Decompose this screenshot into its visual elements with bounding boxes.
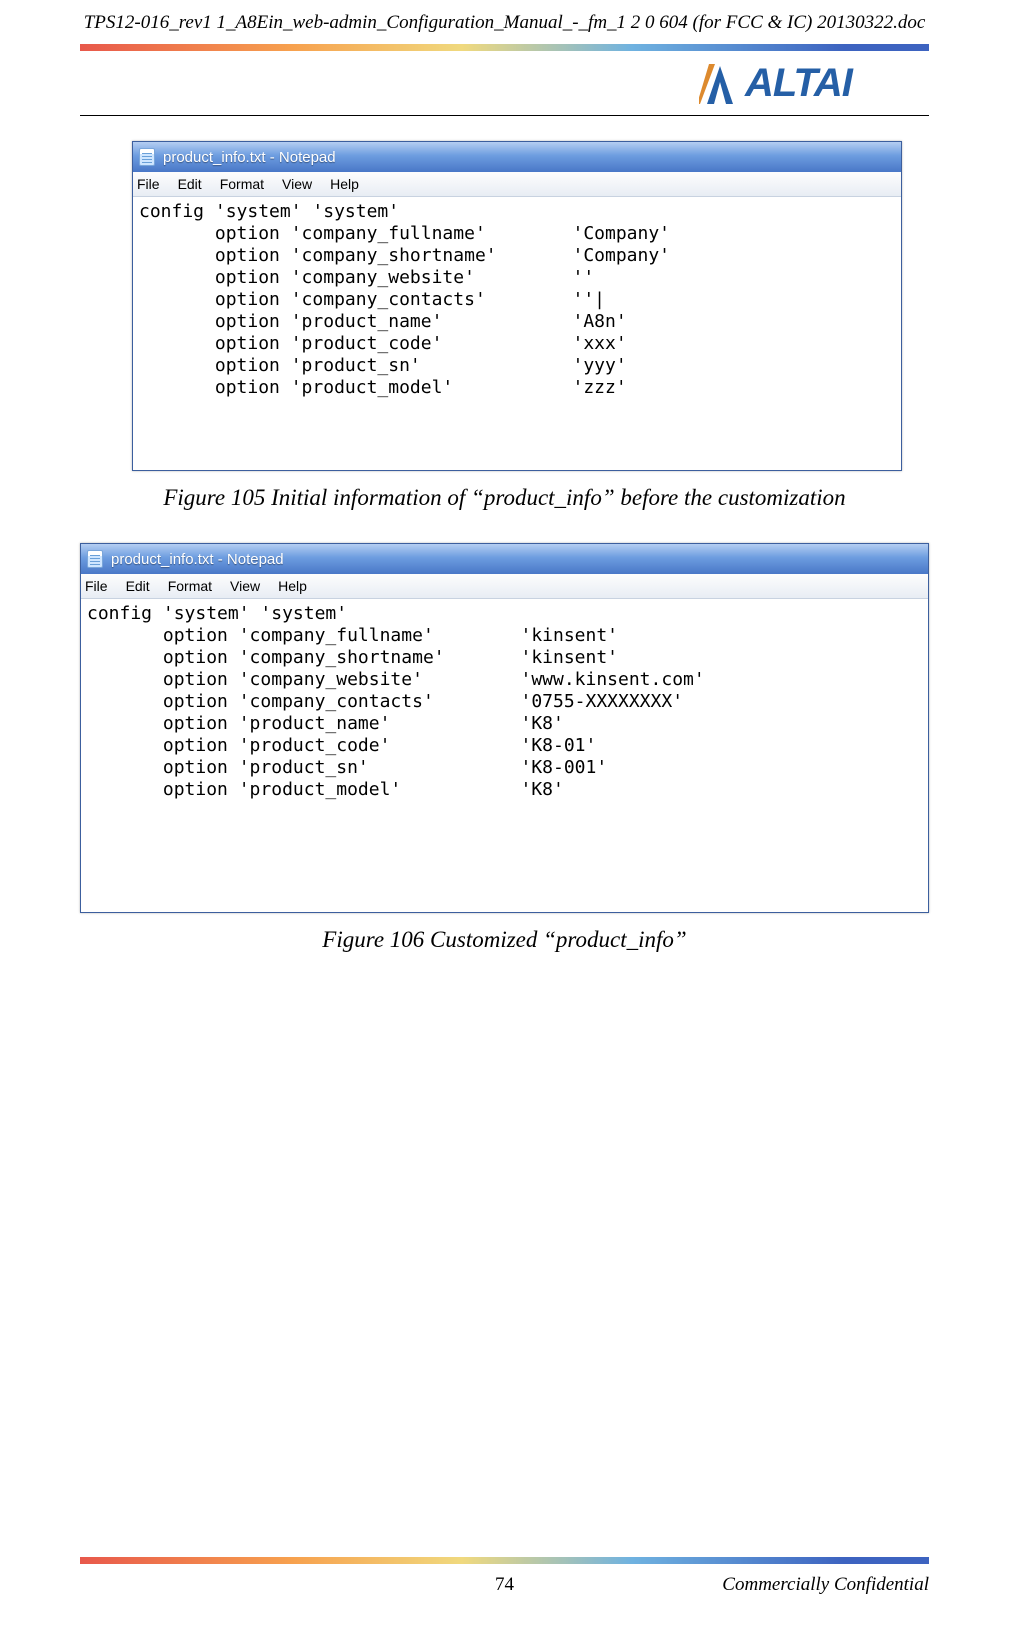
notepad-file-icon: [87, 550, 103, 568]
menu-edit[interactable]: Edit: [178, 176, 202, 192]
notepad-window-before: product_info.txt - Notepad File Edit For…: [132, 141, 902, 471]
notepad-window-after: product_info.txt - Notepad File Edit For…: [80, 543, 929, 913]
brand-logo-icon: [699, 60, 741, 108]
menu-format[interactable]: Format: [220, 176, 264, 192]
notepad-menubar: File Edit Format View Help: [81, 574, 928, 599]
brand-logo-text: ALTAI: [745, 61, 852, 106]
menu-view[interactable]: View: [230, 578, 260, 594]
menu-file[interactable]: File: [137, 176, 160, 192]
footer-gradient-rule: [80, 1557, 929, 1564]
doc-filename: TPS12-016_rev1 1_A8Ein_web-admin_Configu…: [80, 0, 929, 34]
menu-help[interactable]: Help: [278, 578, 307, 594]
figure-caption-106: Figure 106 Customized “product_info”: [80, 927, 929, 953]
notepad-body[interactable]: config 'system' 'system' option 'company…: [133, 197, 901, 403]
brand-logo: ALTAI: [699, 56, 929, 111]
notepad-title: product_info.txt - Notepad: [163, 149, 336, 166]
notepad-file-icon: [139, 148, 155, 166]
page-number: 74: [495, 1574, 514, 1596]
menu-help[interactable]: Help: [330, 176, 359, 192]
notepad-body[interactable]: config 'system' 'system' option 'company…: [81, 599, 928, 805]
figure-caption-105: Figure 105 Initial information of “produ…: [80, 485, 929, 511]
notepad-menubar: File Edit Format View Help: [133, 172, 901, 197]
notepad-titlebar: product_info.txt - Notepad: [133, 142, 901, 172]
header-gradient-rule: [80, 44, 929, 51]
notepad-titlebar: product_info.txt - Notepad: [81, 544, 928, 574]
menu-view[interactable]: View: [282, 176, 312, 192]
menu-edit[interactable]: Edit: [126, 578, 150, 594]
menu-format[interactable]: Format: [168, 578, 212, 594]
confidential-label: Commercially Confidential: [722, 1574, 929, 1596]
menu-file[interactable]: File: [85, 578, 108, 594]
notepad-title: product_info.txt - Notepad: [111, 551, 284, 568]
